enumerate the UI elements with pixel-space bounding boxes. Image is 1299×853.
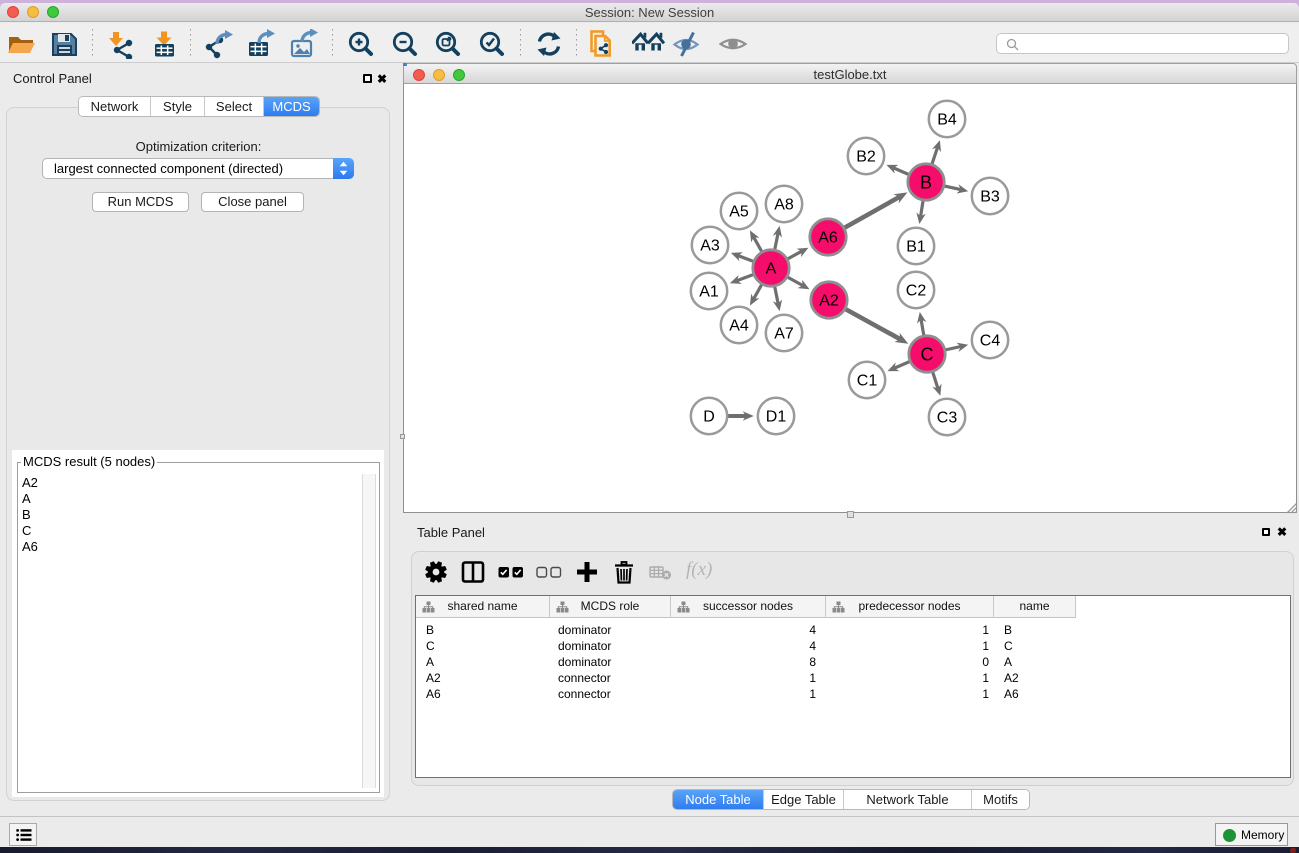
svg-text:A3: A3: [700, 238, 720, 255]
svg-text:A5: A5: [729, 204, 749, 221]
svg-text:A6: A6: [818, 230, 838, 247]
svg-text:B3: B3: [980, 189, 1000, 206]
svg-text:D1: D1: [766, 409, 787, 426]
svg-text:D: D: [703, 409, 715, 426]
svg-text:A4: A4: [729, 318, 749, 335]
svg-text:B1: B1: [906, 239, 926, 256]
svg-text:C1: C1: [857, 373, 878, 390]
svg-text:A7: A7: [774, 326, 794, 343]
svg-text:B: B: [920, 173, 932, 193]
svg-text:C4: C4: [980, 333, 1001, 350]
svg-text:B4: B4: [937, 112, 957, 129]
svg-text:B2: B2: [856, 149, 876, 166]
svg-text:A2: A2: [819, 293, 839, 310]
svg-text:C3: C3: [937, 410, 958, 427]
svg-text:C: C: [921, 345, 934, 365]
svg-text:A8: A8: [774, 197, 794, 214]
svg-text:A1: A1: [699, 284, 719, 301]
svg-text:A: A: [766, 261, 777, 278]
svg-text:C2: C2: [906, 283, 927, 300]
